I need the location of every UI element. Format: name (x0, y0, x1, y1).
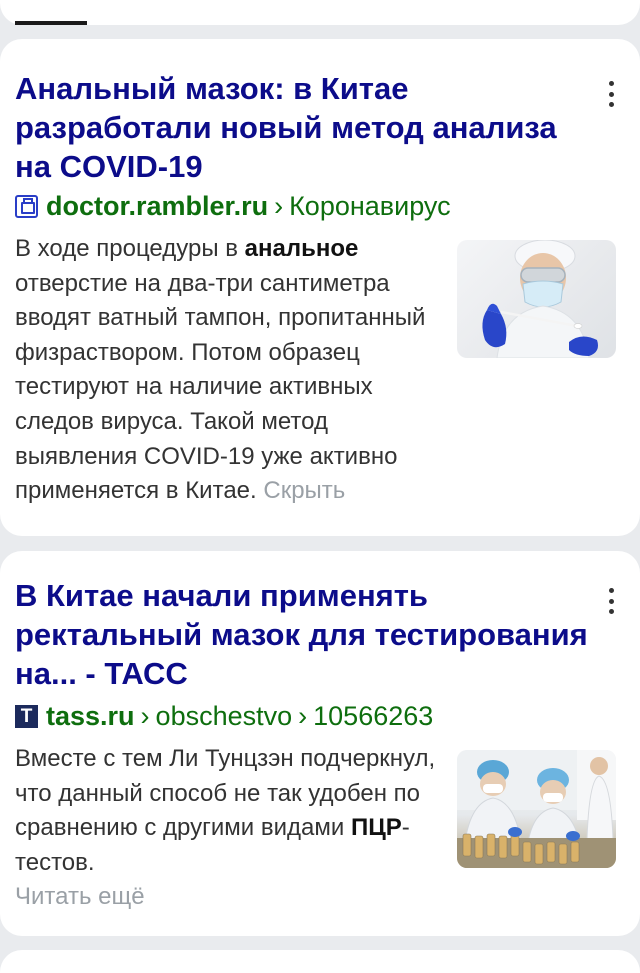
next-result-card (0, 950, 640, 973)
result-source: doctor.rambler.ru › Коронавирус (15, 190, 451, 222)
snippet-text: В ходе процедуры в (15, 235, 245, 262)
doctor-with-swab-image[interactable] (457, 240, 616, 358)
more-options-button[interactable] (600, 586, 622, 616)
dot-icon (608, 81, 614, 86)
tass-logo-icon: T (15, 704, 38, 728)
result-title-link[interactable]: В Китае начали применять ректальный мазо… (15, 576, 590, 693)
search-result-card: В Китае начали применять ректальный мазо… (0, 551, 640, 936)
result-domain-link[interactable]: doctor.rambler.ru (46, 191, 268, 222)
dot-icon (608, 588, 614, 593)
hospital-icon (15, 194, 38, 218)
breadcrumb-link[interactable]: obschestvo (156, 701, 293, 732)
dot-icon (608, 102, 614, 107)
more-options-button[interactable] (600, 79, 622, 109)
read-more-link[interactable]: Читать ещё (15, 883, 145, 910)
search-results-page: Анальный мазок: в Китае разработали новы… (0, 0, 640, 973)
breadcrumb-separator: › (140, 700, 150, 731)
breadcrumb-separator: › (298, 700, 308, 731)
result-snippet: Вместе с тем Ли Тунцзэн подчеркнул, что … (15, 742, 440, 915)
search-result-card: Анальный мазок: в Китае разработали новы… (0, 39, 640, 536)
result-snippet: В ходе процедуры в анальное отверстие на… (15, 232, 445, 509)
snippet-text: отверстие на два-три сантиметра вводят в… (15, 269, 426, 505)
hide-snippet-link[interactable]: Скрыть (263, 477, 345, 504)
breadcrumb-link[interactable]: 10566263 (313, 701, 433, 732)
result-source: T tass.ru › obschestvo › 10566263 (15, 700, 433, 732)
snippet-highlight: анальное (244, 235, 359, 262)
snippet-highlight: ПЦР (350, 814, 402, 842)
lab-workers-image[interactable] (457, 750, 616, 868)
dot-icon (608, 598, 614, 604)
breadcrumb-separator: › (274, 190, 284, 221)
dot-icon (608, 609, 614, 614)
dot-icon (608, 91, 614, 97)
result-domain-link[interactable]: tass.ru (46, 701, 135, 732)
tab-indicator (15, 21, 87, 25)
previous-result-card (0, 0, 640, 25)
breadcrumb-link[interactable]: Коронавирус (289, 191, 451, 222)
result-title-link[interactable]: Анальный мазок: в Китае разработали новы… (15, 69, 590, 186)
